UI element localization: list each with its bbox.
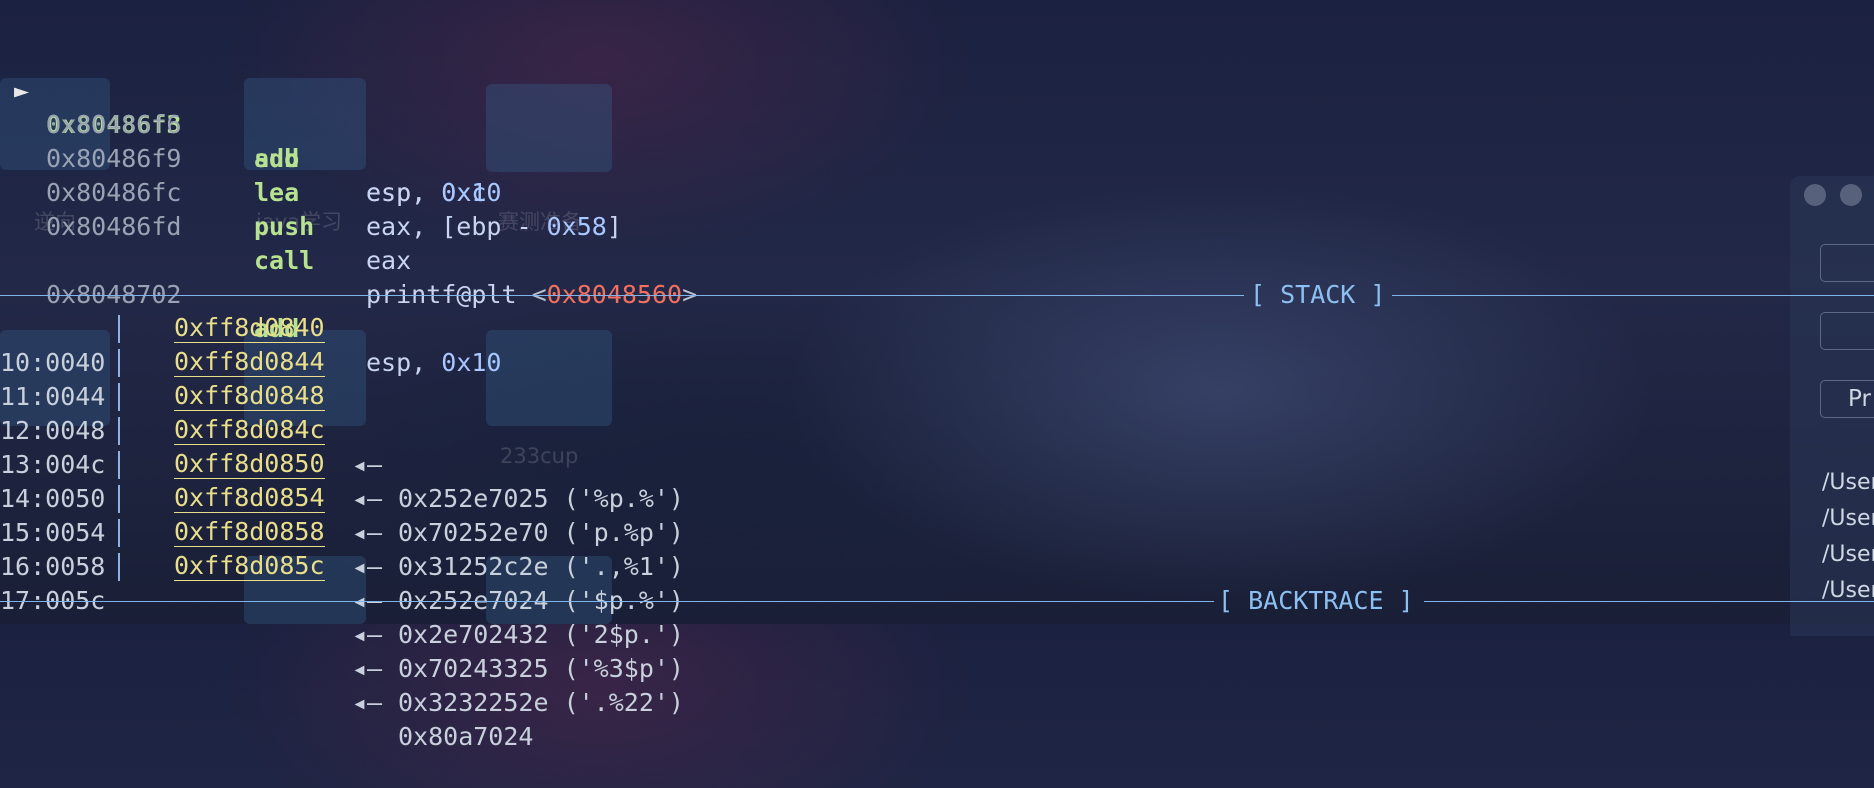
disasm-operands: esp, 0xc: [366, 176, 486, 210]
stack-gutter: [118, 519, 120, 547]
disasm-mnemonic: sub: [254, 144, 300, 173]
stack-gutter: [118, 349, 120, 377]
stack-section-header: [ STACK ]: [0, 278, 1874, 312]
backtrace-section-title: [ BACKTRACE ]: [1218, 586, 1414, 615]
operand-register: esp,: [366, 178, 442, 207]
stack-gutter: [118, 383, 120, 411]
stack-row: 14:0050 0xff8d0850 ◂— 0x2e702432 ('2$p.'…: [0, 448, 684, 650]
stack-value: 0x70252e70 ('p.%p'): [398, 518, 684, 547]
left-arrow-icon: ◂—: [352, 484, 383, 513]
disasm-address: 0x80486fd: [46, 212, 182, 241]
stack-value: 0x252e7025 ('%p.%'): [398, 484, 684, 513]
stack-address[interactable]: 0xff8d0854: [174, 484, 325, 513]
operand-bracket: ]: [606, 212, 622, 241]
disasm-mnemonic: push: [254, 212, 315, 241]
left-arrow-icon: ◂—: [352, 654, 383, 683]
stack-address[interactable]: 0xff8d0848: [174, 382, 325, 411]
stack-value: 0x80a7024: [398, 722, 534, 751]
backtrace-section-header: [ BACKTRACE ]: [0, 584, 1874, 618]
operand-immediate: 0xc: [441, 178, 487, 207]
stack-row: 16:0058 0xff8d0858 ◂— 0x3232252e ('.%22'…: [0, 516, 684, 718]
operand-register: eax: [366, 246, 412, 275]
stack-gutter: [118, 485, 120, 513]
stack-address[interactable]: 0xff8d0844: [174, 348, 325, 377]
stack-gutter: [118, 315, 120, 343]
left-arrow-icon: ◂—: [352, 620, 383, 649]
left-arrow-icon: ◂—: [352, 552, 383, 581]
operand-immediate: 0x58: [546, 212, 607, 241]
disasm-address: 0x80486f6: [46, 110, 182, 139]
section-divider: [1424, 601, 1874, 602]
gdb-terminal[interactable]: ► 0x80486f3 add esp, 0x10 0x80486f6 sub …: [0, 0, 1874, 752]
stack-row: 13:004c 0xff8d084c ◂— 0x252e7024 ('$p.%'…: [0, 414, 684, 616]
stack-address[interactable]: 0xff8d085c: [174, 552, 325, 581]
disasm-mnemonic: call: [254, 246, 315, 275]
disasm-address: 0x80486fc: [46, 178, 182, 207]
stack-value: 0x2e702432 ('2$p.'): [398, 620, 684, 649]
disasm-line: 0x8048702 add esp, 0x10: [0, 244, 501, 377]
disasm-line: 0x80486fc push eax: [0, 142, 411, 275]
operand-register: eax, [ebp -: [366, 212, 547, 241]
stack-address[interactable]: 0xff8d0840: [174, 314, 325, 343]
disasm-line: 0x80486f9 lea eax, [ebp - 0x58]: [0, 108, 622, 241]
disasm-operands: eax, [ebp - 0x58]: [366, 210, 622, 244]
disasm-line: 0x80486f6 sub esp, 0xc: [0, 74, 486, 207]
stack-section-title: [ STACK ]: [1250, 280, 1386, 309]
stack-row: 17:005c 0xff8d085c ◂— 0x80a7024: [0, 550, 533, 752]
stack-value: 0x70243325 ('%3$p'): [398, 654, 684, 683]
stack-row: 10:0040 0xff8d0840 ◂— 0x252e7025 ('%p.%'…: [0, 312, 684, 514]
operand-register: esp,: [366, 348, 442, 377]
disasm-address: 0x80486f9: [46, 144, 182, 173]
section-divider: [0, 295, 1244, 296]
stack-address[interactable]: 0xff8d084c: [174, 416, 325, 445]
operand-immediate: 0x10: [441, 348, 502, 377]
stack-gutter: [118, 553, 120, 581]
stack-gutter: [118, 417, 120, 445]
section-divider: [1392, 295, 1874, 296]
left-arrow-icon: ◂—: [352, 450, 383, 479]
stack-row: 15:0054 0xff8d0854 ◂— 0x70243325 ('%3$p'…: [0, 482, 684, 684]
disasm-operands: eax: [366, 244, 411, 278]
stack-row: 12:0048 0xff8d0848 ◂— 0x31252c2e ('.,%1'…: [0, 380, 684, 582]
stack-address[interactable]: 0xff8d0858: [174, 518, 325, 547]
stack-gutter: [118, 451, 120, 479]
left-arrow-icon: ◂—: [352, 518, 383, 547]
stack-value: 0x3232252e ('.%22'): [398, 688, 684, 717]
left-arrow-icon: ◂—: [352, 688, 383, 717]
disasm-line: 0x80486fd call printf@plt <0x8048560>: [0, 176, 697, 309]
stack-address[interactable]: 0xff8d0850: [174, 450, 325, 479]
disasm-line-current: ► 0x80486f3 add esp, 0x10: [0, 40, 501, 207]
stack-value: 0x31252c2e ('.,%1'): [398, 552, 684, 581]
stack-row: 11:0044 0xff8d0844 ◂— 0x70252e70 ('p.%p'…: [0, 346, 684, 548]
disasm-mnemonic: lea: [254, 178, 300, 207]
disasm-operands: esp, 0x10: [366, 346, 501, 380]
section-divider: [0, 601, 1214, 602]
